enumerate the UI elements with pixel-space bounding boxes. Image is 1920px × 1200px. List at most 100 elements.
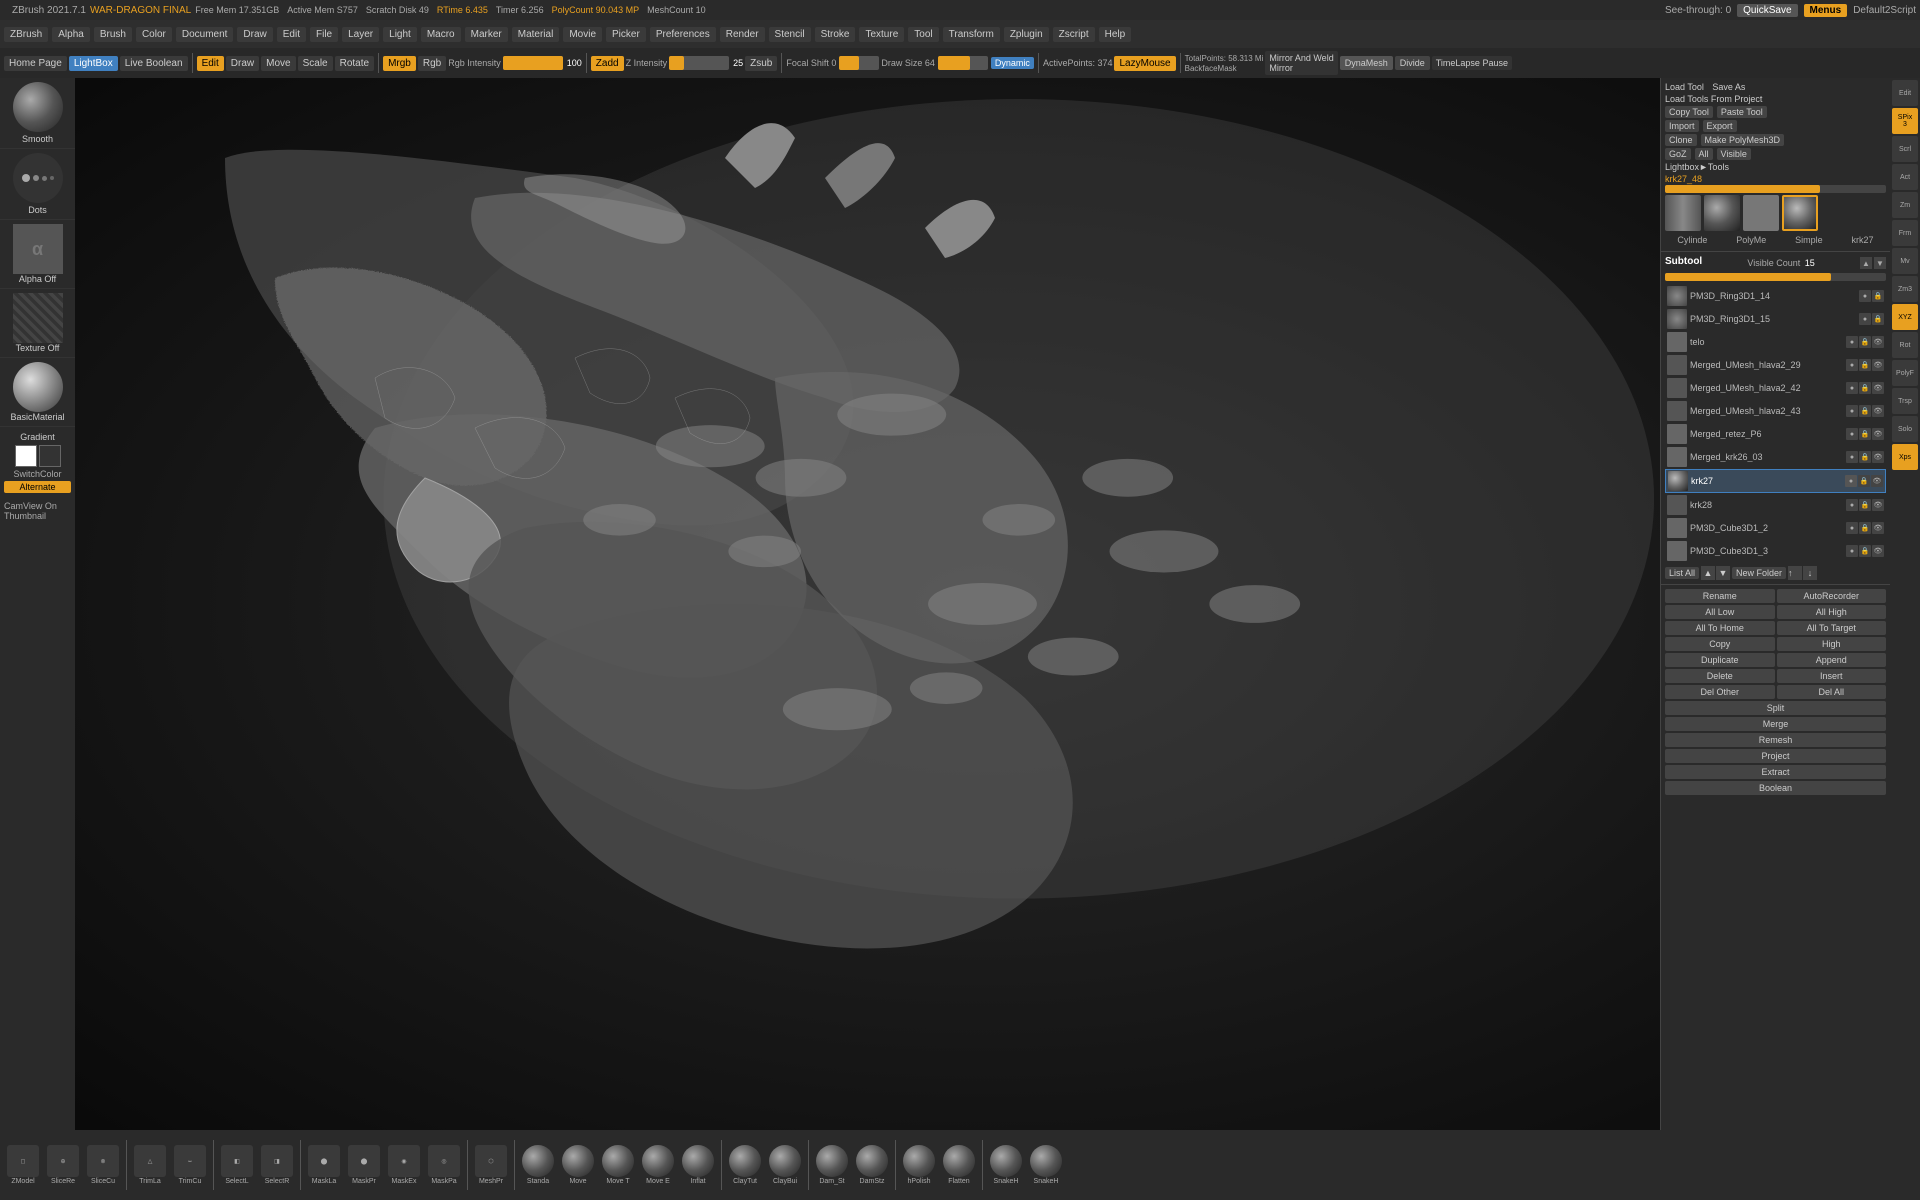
rename-button[interactable]: Rename [1665,589,1775,603]
lock-icon-krk26[interactable]: 🔒 [1859,451,1871,463]
menu-texture[interactable]: Texture [859,27,904,42]
lock-icon-ring14[interactable]: 🔒 [1872,290,1884,302]
menu-stencil[interactable]: Stencil [769,27,811,42]
move-button[interactable]: Move [261,56,295,71]
tool-movet[interactable]: Move T [599,1143,637,1187]
lock-icon-hlava42[interactable]: 🔒 [1859,382,1871,394]
menu-edit[interactable]: Edit [277,27,306,42]
alpha-off-item[interactable]: α Alpha Off [0,220,75,289]
menu-light[interactable]: Light [383,27,417,42]
subtool-down-button[interactable]: ▼ [1874,257,1886,269]
eye-icon-telo[interactable]: ● [1846,336,1858,348]
tool-zmodel[interactable]: ◻ ZModel [4,1143,42,1187]
swatch-white[interactable] [15,445,37,467]
alternate-button[interactable]: Alternate [4,481,71,493]
z-intensity-slider[interactable] [669,56,729,70]
eye-icon-krk27[interactable]: ● [1845,475,1857,487]
split-button[interactable]: Split [1665,701,1886,715]
lock-icon-cube2[interactable]: 🔒 [1859,522,1871,534]
subtool-item-krk27[interactable]: krk27 ● 🔒 👁 [1665,469,1886,493]
insert-button[interactable]: Insert [1777,669,1887,683]
dragon-viewport[interactable] [75,78,1890,1130]
eye2-icon-hlava43[interactable]: 👁 [1872,405,1884,417]
tool-trimcu[interactable]: ⧢ TrimCu [171,1143,209,1187]
quick-save-button[interactable]: QuickSave [1737,4,1797,17]
transp-icon-btn[interactable]: Trsp [1892,388,1918,414]
pause-label[interactable]: Pause [1482,58,1508,68]
all-to-home-button[interactable]: All To Home [1665,621,1775,635]
all-to-target-button[interactable]: All To Target [1777,621,1887,635]
menu-alpha[interactable]: Alpha [52,27,90,42]
subtool-item-hlava43[interactable]: Merged_UMesh_hlava2_43 ● 🔒 👁 [1665,400,1886,422]
menu-material[interactable]: Material [512,27,560,42]
high-button[interactable]: High [1777,637,1887,651]
eye-icon-hlava42[interactable]: ● [1846,382,1858,394]
thumbnail-label[interactable]: Thumbnail [4,511,71,521]
subtool-item-hlava42[interactable]: Merged_UMesh_hlava2_42 ● 🔒 👁 [1665,377,1886,399]
divide-button[interactable]: Divide [1395,56,1430,70]
tool-claybui[interactable]: ClayBui [766,1143,804,1187]
new-folder-button[interactable]: New Folder [1732,567,1786,579]
folder-down-button[interactable]: ↓ [1803,566,1817,580]
eye-icon-hlava29[interactable]: ● [1846,359,1858,371]
switch-color-button[interactable]: SwitchColor [4,469,71,479]
draw-size-slider[interactable] [938,56,988,70]
menu-document[interactable]: Document [176,27,234,42]
eye2-icon-cube3[interactable]: 👁 [1872,545,1884,557]
tool-inflat[interactable]: Inflat [679,1143,717,1187]
menu-layer[interactable]: Layer [342,27,379,42]
eye-icon-ring14[interactable]: ● [1859,290,1871,302]
tool-flatten[interactable]: Flatten [940,1143,978,1187]
tool-thumb-4[interactable] [1782,195,1818,231]
lock-icon-telo[interactable]: 🔒 [1859,336,1871,348]
eye2-icon-hlava42[interactable]: 👁 [1872,382,1884,394]
cam-view-on-label[interactable]: CamView On [4,501,71,511]
del-all-button[interactable]: Del All [1777,685,1887,699]
clone-button[interactable]: Clone [1665,134,1697,146]
eye2-icon-krk27[interactable]: 👁 [1871,475,1883,487]
basic-material-item[interactable]: BasicMaterial [0,358,75,427]
xpose-icon-btn[interactable]: Xps [1892,444,1918,470]
smooth-brush-item[interactable]: Smooth [0,78,75,149]
spix-icon-btn[interactable]: SPix3 [1892,108,1918,134]
tool-trimla[interactable]: △ TrimLa [131,1143,169,1187]
zsub-button[interactable]: Zsub [745,56,777,71]
lock-icon-retez[interactable]: 🔒 [1859,428,1871,440]
draw-button[interactable]: Draw [226,56,259,71]
all-high-button[interactable]: All High [1777,605,1887,619]
goz-all-button[interactable]: All [1695,148,1713,160]
xyz-icon-btn[interactable]: XYZ [1892,304,1918,330]
menu-transform[interactable]: Transform [943,27,1000,42]
auto-recorder-button[interactable]: AutoRecorder [1777,589,1887,603]
menu-zplugin[interactable]: Zplugin [1004,27,1049,42]
tool-thumb-2[interactable] [1704,195,1740,231]
zoom-icon-btn[interactable]: Zm [1892,192,1918,218]
paste-tool-button[interactable]: Paste Tool [1717,106,1767,118]
mrgb-button[interactable]: Mrgb [383,56,416,71]
lock-icon-krk27[interactable]: 🔒 [1858,475,1870,487]
goz-button[interactable]: GoZ [1665,148,1691,160]
lock-icon-krk28[interactable]: 🔒 [1859,499,1871,511]
tool-maskpr[interactable]: ⬤ MaskPr [345,1143,383,1187]
eye2-icon-retez[interactable]: 👁 [1872,428,1884,440]
remesh-button[interactable]: Remesh [1665,733,1886,747]
menu-macro[interactable]: Macro [421,27,461,42]
tool-claytut[interactable]: ClayTut [726,1143,764,1187]
subtool-up-button[interactable]: ▲ [1860,257,1872,269]
tool-snakeh2[interactable]: SnakeH [1027,1143,1065,1187]
tool-selectr[interactable]: ◨ SelectR [258,1143,296,1187]
rgb-button[interactable]: Rgb [418,56,446,71]
tool-slicere[interactable]: ⊕ SliceRe [44,1143,82,1187]
export-button[interactable]: Export [1703,120,1737,132]
load-project-text[interactable]: Load Tools From Project [1665,94,1762,104]
tool-move[interactable]: Move [559,1143,597,1187]
eye-icon-krk28[interactable]: ● [1846,499,1858,511]
subtool-item-ring14[interactable]: PM3D_Ring3D1_14 ● 🔒 [1665,285,1886,307]
eye-icon-hlava43[interactable]: ● [1846,405,1858,417]
lock-icon-hlava43[interactable]: 🔒 [1859,405,1871,417]
folder-up-button[interactable]: ↑ [1788,566,1802,580]
rgb-intensity-slider[interactable] [503,56,563,70]
eye-icon-retez[interactable]: ● [1846,428,1858,440]
subtool-item-hlava29[interactable]: Merged_UMesh_hlava2_29 ● 🔒 👁 [1665,354,1886,376]
scroll-icon-btn[interactable]: Scrl [1892,136,1918,162]
